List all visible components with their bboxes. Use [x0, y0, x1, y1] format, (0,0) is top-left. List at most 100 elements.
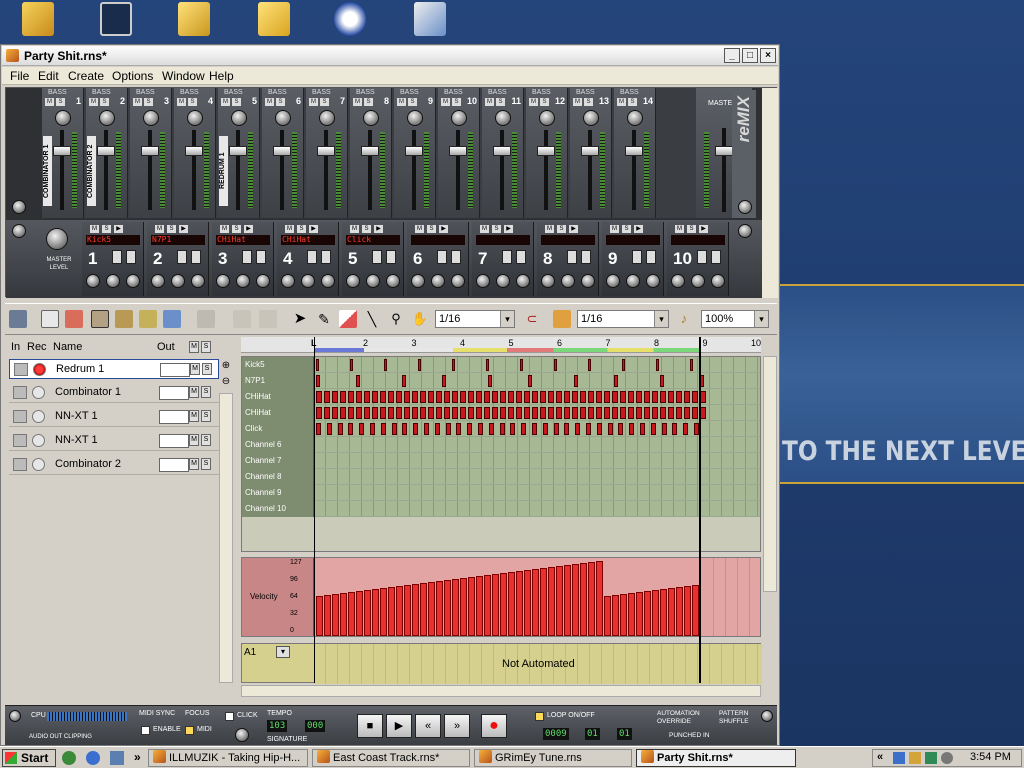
- browse-sample-button[interactable]: [581, 250, 591, 264]
- velocity-bar[interactable]: [516, 571, 523, 636]
- note[interactable]: [516, 407, 522, 419]
- solo-button[interactable]: S: [276, 98, 285, 106]
- sample-arrow-button[interactable]: [242, 250, 252, 264]
- note[interactable]: [508, 391, 514, 403]
- snap-value-select[interactable]: 1/16: [435, 310, 515, 328]
- velocity-bar[interactable]: [508, 572, 515, 636]
- solo-button[interactable]: S: [202, 363, 212, 375]
- velocity-bar[interactable]: [588, 562, 595, 636]
- note[interactable]: [356, 391, 362, 403]
- solo-button[interactable]: S: [584, 98, 593, 106]
- note[interactable]: [614, 375, 618, 387]
- channel-knob[interactable]: [216, 274, 230, 288]
- channel-fader[interactable]: [317, 146, 335, 156]
- browse-sample-button[interactable]: [451, 250, 461, 264]
- loop-left-display[interactable]: 0009: [543, 728, 569, 740]
- sample-arrow-button[interactable]: [437, 250, 447, 264]
- record-enable-button[interactable]: [32, 434, 45, 447]
- channel-knob[interactable]: [301, 274, 315, 288]
- solo-button[interactable]: S: [201, 386, 211, 398]
- note[interactable]: [364, 407, 370, 419]
- note[interactable]: [324, 391, 330, 403]
- output-device-select[interactable]: [159, 410, 189, 424]
- note[interactable]: [574, 375, 578, 387]
- task-illmuzik[interactable]: ILLMUZIK - Taking Hip-H...: [148, 749, 308, 767]
- pan-knob[interactable]: [275, 110, 291, 126]
- note[interactable]: [316, 423, 321, 435]
- mute-button[interactable]: M: [480, 225, 489, 233]
- note[interactable]: [436, 407, 442, 419]
- velocity-bar[interactable]: [388, 587, 395, 636]
- sample-arrow-button[interactable]: [112, 250, 122, 264]
- note[interactable]: [644, 407, 650, 419]
- network-icon[interactable]: [893, 752, 905, 764]
- track-row[interactable]: NN-XT 1 MS: [9, 407, 219, 427]
- note[interactable]: [412, 391, 418, 403]
- note[interactable]: [460, 391, 466, 403]
- pattern-editor-icon[interactable]: [139, 310, 157, 328]
- velocity-bar[interactable]: [436, 581, 443, 636]
- velocity-bar[interactable]: [532, 569, 539, 636]
- lane-cells[interactable]: [314, 469, 760, 484]
- note[interactable]: [668, 407, 674, 419]
- note[interactable]: [452, 407, 458, 419]
- solo-button[interactable]: S: [320, 98, 329, 106]
- solo-button[interactable]: S: [100, 98, 109, 106]
- browse-sample-button[interactable]: [191, 250, 201, 264]
- velocity-bar[interactable]: [676, 587, 683, 636]
- note[interactable]: [488, 423, 494, 435]
- velocity-bar[interactable]: [572, 564, 579, 636]
- solo-button[interactable]: S: [362, 225, 371, 233]
- zoom-out-icon[interactable]: ⊖: [219, 375, 233, 389]
- note[interactable]: [588, 407, 594, 419]
- channel-knob[interactable]: [561, 274, 575, 288]
- solo-button[interactable]: S: [56, 98, 65, 106]
- velocity-bar[interactable]: [356, 591, 363, 636]
- note[interactable]: [396, 407, 402, 419]
- play-sample-button[interactable]: ▶: [244, 225, 253, 233]
- velocity-bar[interactable]: [380, 588, 387, 636]
- note[interactable]: [468, 407, 474, 419]
- automation-lane[interactable]: A1 ▾ Not Automated: [241, 643, 762, 684]
- record-enable-button[interactable]: [32, 386, 45, 399]
- close-button[interactable]: ×: [760, 48, 776, 63]
- output-device-select[interactable]: [159, 386, 189, 400]
- menu-help[interactable]: Help: [209, 69, 234, 83]
- pan-knob[interactable]: [627, 110, 643, 126]
- note[interactable]: [350, 359, 353, 371]
- pan-knob[interactable]: [319, 110, 335, 126]
- app-shortcut-icon[interactable]: [414, 2, 446, 36]
- eraser-tool-icon[interactable]: [339, 310, 357, 328]
- note[interactable]: [604, 391, 610, 403]
- pan-knob[interactable]: [363, 110, 379, 126]
- note[interactable]: [412, 407, 418, 419]
- velocity-bar[interactable]: [644, 591, 651, 636]
- note[interactable]: [452, 391, 458, 403]
- note[interactable]: [332, 391, 338, 403]
- rex-editor-icon[interactable]: [163, 310, 181, 328]
- note[interactable]: [413, 423, 419, 435]
- mute-button[interactable]: M: [190, 363, 200, 375]
- channel-knob[interactable]: [691, 274, 705, 288]
- note[interactable]: [460, 407, 466, 419]
- note[interactable]: [692, 407, 698, 419]
- record-enable-button[interactable]: [32, 410, 45, 423]
- line-tool-icon[interactable]: ╲: [363, 310, 381, 328]
- note[interactable]: [372, 407, 378, 419]
- rack-scrollbar[interactable]: [762, 88, 778, 298]
- velocity-bar[interactable]: [460, 578, 467, 636]
- note[interactable]: [424, 423, 429, 435]
- lane-cells[interactable]: [314, 501, 760, 516]
- magnify-tool-icon[interactable]: ⚲: [387, 310, 405, 328]
- note[interactable]: [372, 391, 378, 403]
- channel-fader[interactable]: [53, 146, 71, 156]
- channel-fader[interactable]: [537, 146, 555, 156]
- note[interactable]: [434, 423, 440, 435]
- solo-button[interactable]: S: [167, 225, 176, 233]
- velocity-bar[interactable]: [404, 585, 411, 636]
- mute-button[interactable]: M: [353, 98, 362, 106]
- velocity-bar[interactable]: [684, 586, 691, 636]
- note[interactable]: [628, 391, 634, 403]
- velocity-bar[interactable]: [340, 593, 347, 636]
- channel-knob[interactable]: [126, 274, 140, 288]
